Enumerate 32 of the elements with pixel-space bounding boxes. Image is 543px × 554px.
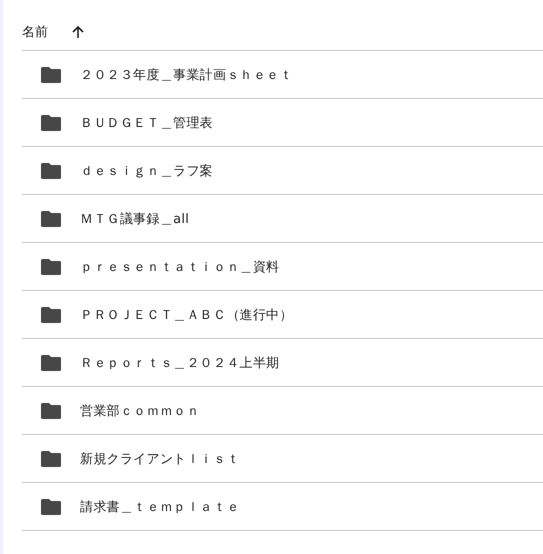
- folder-row[interactable]: ｐｒｅｓｅｎｔａｔｉｏｎ＿資料: [22, 243, 543, 291]
- folder-row[interactable]: ２０２３年度＿事業計画ｓｈｅｅｔ: [22, 51, 543, 99]
- folder-row[interactable]: ＭＴＧ議事録＿all: [22, 195, 543, 243]
- folder-name: ２０２３年度＿事業計画ｓｈｅｅｔ: [80, 66, 293, 84]
- folder-icon: [41, 258, 61, 274]
- folder-icon: [41, 498, 61, 514]
- folder-row[interactable]: Ｒｅｐｏｒｔｓ＿２０２４上半期: [22, 339, 543, 387]
- folder-row[interactable]: 営業部ｃｏｍｍｏｎ: [22, 387, 543, 435]
- folder-icon: [41, 66, 61, 82]
- folder-name: 営業部ｃｏｍｍｏｎ: [80, 402, 200, 420]
- column-header[interactable]: 名前: [22, 23, 48, 41]
- folder-icon: [41, 162, 61, 178]
- folder-name: 新規クライアントｌｉｓｔ: [80, 450, 240, 468]
- folder-row[interactable]: ｄｅｓｉｇｎ＿ラフ案: [22, 147, 543, 195]
- folder-name: 請求書＿ｔｅｍｐｌａｔｅ: [80, 498, 240, 516]
- folder-icon: [41, 306, 61, 322]
- folder-icon: [41, 210, 61, 226]
- folder-icon: [41, 114, 61, 130]
- folder-row[interactable]: 新規クライアントｌｉｓｔ: [22, 435, 543, 483]
- folder-name: ｄｅｓｉｇｎ＿ラフ案: [80, 162, 213, 180]
- folder-icon: [41, 450, 61, 466]
- folder-row[interactable]: 請求書＿ｔｅｍｐｌａｔｅ: [22, 483, 543, 531]
- folder-name: ＢＵＤＧＥＴ＿管理表: [80, 114, 213, 132]
- folder-name: ＰＲＯＪＥＣＴ＿ＡＢＣ（進行中）: [80, 306, 293, 324]
- folder-name: ＭＴＧ議事録＿all: [80, 210, 190, 228]
- folder-name: ｐｒｅｓｅｎｔａｔｉｏｎ＿資料: [80, 258, 280, 276]
- sort-ascending-icon[interactable]: [72, 26, 84, 38]
- folder-icon: [41, 354, 61, 370]
- folder-icon: [41, 402, 61, 418]
- folder-name: Ｒｅｐｏｒｔｓ＿２０２４上半期: [80, 354, 280, 372]
- folder-row[interactable]: ＢＵＤＧＥＴ＿管理表: [22, 99, 543, 147]
- folder-row[interactable]: ＰＲＯＪＥＣＴ＿ＡＢＣ（進行中）: [22, 291, 543, 339]
